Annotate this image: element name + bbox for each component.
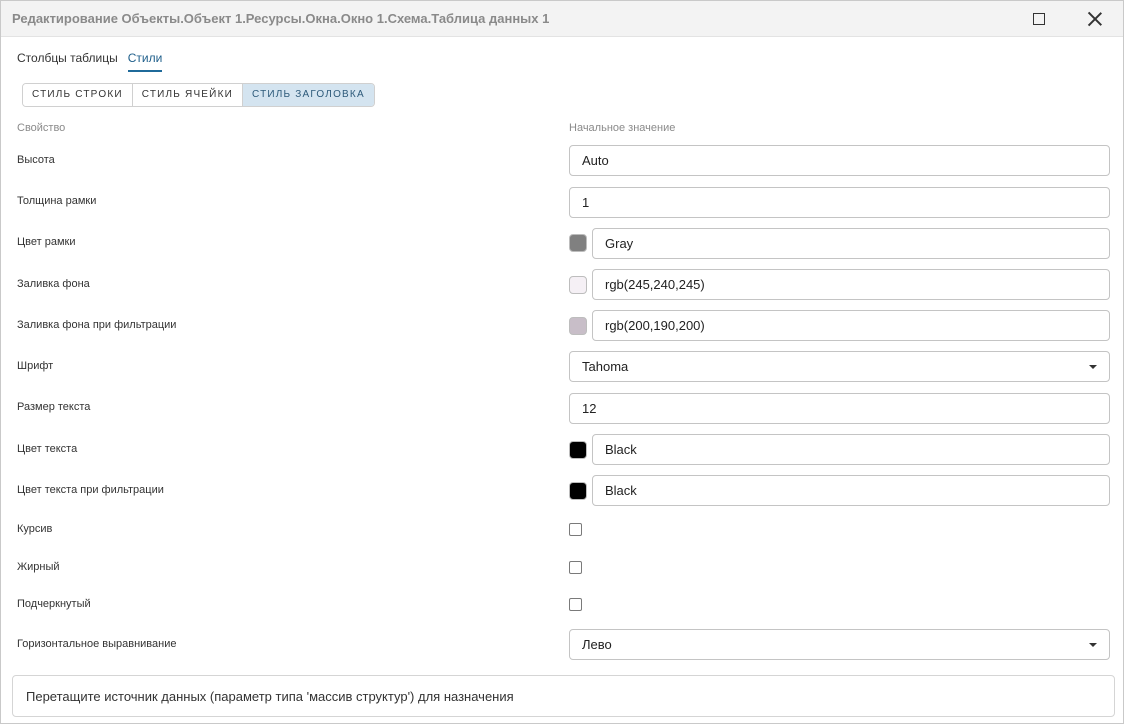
- height-label: Высота: [17, 154, 55, 166]
- drop-zone-hint: Перетащите источник данных (параметр тип…: [26, 689, 514, 704]
- border-color-label: Цвет рамки: [17, 236, 76, 248]
- close-button[interactable]: [1067, 1, 1123, 37]
- background-fill-swatch[interactable]: [569, 276, 587, 294]
- text-color-label: Цвет текста: [17, 443, 78, 455]
- chevron-down-icon: [1089, 643, 1097, 647]
- text-size-label: Размер текста: [17, 401, 91, 413]
- filter-background-fill-swatch[interactable]: [569, 317, 587, 335]
- filter-text-color-input[interactable]: Black: [592, 475, 1110, 506]
- maximize-button[interactable]: [1011, 1, 1067, 37]
- underline-label: Подчеркнутый: [17, 598, 91, 610]
- filter-background-fill-input[interactable]: rgb(200,190,200): [592, 310, 1110, 341]
- font-select-value: Tahoma: [582, 359, 629, 374]
- chevron-down-icon: [1089, 365, 1097, 369]
- tab-styles[interactable]: Стили: [127, 51, 163, 72]
- initial-value-column-header: Начальное значение: [569, 122, 676, 134]
- font-label: Шрифт: [17, 360, 54, 372]
- filter-text-color-label: Цвет текста при фильтрации: [17, 484, 164, 496]
- border-width-label: Толщина рамки: [17, 195, 97, 207]
- text-color-input[interactable]: Black: [592, 434, 1110, 465]
- height-input[interactable]: Auto: [569, 145, 1110, 176]
- cell-style-button[interactable]: СТИЛЬ ЯЧЕЙКИ: [132, 84, 243, 106]
- window-title: Редактирование Объекты.Объект 1.Ресурсы.…: [12, 11, 550, 26]
- header-style-button[interactable]: СТИЛЬ ЗАГОЛОВКА: [242, 84, 374, 106]
- background-fill-label: Заливка фона: [17, 278, 90, 290]
- italic-label: Курсив: [17, 523, 53, 535]
- horizontal-alignment-label: Горизонтальное выравнивание: [17, 638, 177, 650]
- background-fill-input[interactable]: rgb(245,240,245): [592, 269, 1110, 300]
- filter-text-color-swatch[interactable]: [569, 482, 587, 500]
- row-style-button[interactable]: СТИЛЬ СТРОКИ: [23, 84, 133, 106]
- underline-checkbox[interactable]: [569, 598, 582, 611]
- text-size-input[interactable]: 12: [569, 393, 1110, 424]
- italic-checkbox[interactable]: [569, 523, 582, 536]
- horizontal-alignment-select[interactable]: Лево: [569, 629, 1110, 660]
- editor-dialog: Редактирование Объекты.Объект 1.Ресурсы.…: [0, 0, 1124, 724]
- border-color-input[interactable]: Gray: [592, 228, 1110, 259]
- data-source-drop-zone[interactable]: Перетащите источник данных (параметр тип…: [12, 675, 1115, 717]
- horizontal-alignment-value: Лево: [582, 637, 612, 652]
- bold-label: Жирный: [17, 561, 60, 573]
- bold-checkbox[interactable]: [569, 561, 582, 574]
- border-width-input[interactable]: 1: [569, 187, 1110, 218]
- text-color-swatch[interactable]: [569, 441, 587, 459]
- font-select[interactable]: Tahoma: [569, 351, 1110, 382]
- style-type-selector: СТИЛЬ СТРОКИ СТИЛЬ ЯЧЕЙКИ СТИЛЬ ЗАГОЛОВК…: [22, 83, 375, 107]
- title-bar: Редактирование Объекты.Объект 1.Ресурсы.…: [1, 1, 1123, 37]
- filter-background-fill-label: Заливка фона при фильтрации: [17, 319, 177, 331]
- close-icon: [1088, 12, 1102, 26]
- maximize-icon: [1033, 13, 1045, 25]
- main-tabs: Столбцы таблицы Стили: [17, 51, 163, 72]
- tab-table-columns[interactable]: Столбцы таблицы: [17, 51, 118, 72]
- property-column-header: Свойство: [17, 122, 66, 134]
- border-color-swatch[interactable]: [569, 234, 587, 252]
